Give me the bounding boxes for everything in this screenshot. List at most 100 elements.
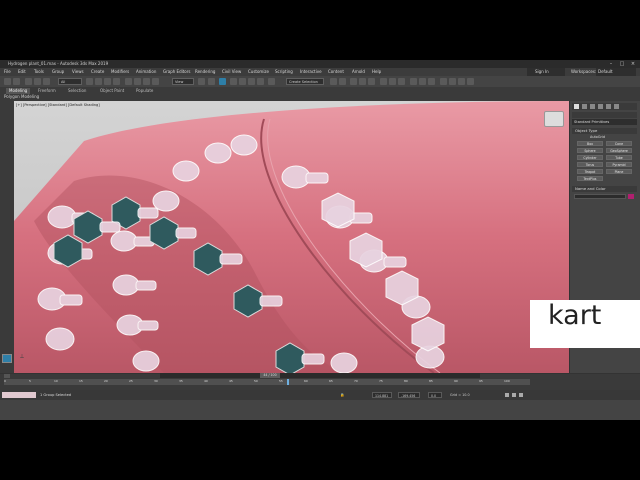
- go-to-end-icon[interactable]: [519, 393, 523, 397]
- rotate-icon[interactable]: [134, 78, 141, 85]
- menu-civil-view[interactable]: Civil View: [222, 68, 241, 76]
- menu-tools[interactable]: Tools: [34, 68, 44, 76]
- tab-selection[interactable]: Selection: [68, 88, 86, 94]
- display-tab-icon[interactable]: [606, 104, 611, 109]
- torus-button[interactable]: Torus: [577, 162, 603, 167]
- mirror-icon[interactable]: [330, 78, 337, 85]
- menu-file[interactable]: File: [4, 68, 11, 76]
- play-icon[interactable]: [512, 393, 516, 397]
- toggle-layer-explorer-icon[interactable]: [359, 78, 366, 85]
- menu-modifiers[interactable]: Modifiers: [111, 68, 129, 76]
- toggle-ribbon-icon[interactable]: [368, 78, 375, 85]
- window-crossing-icon[interactable]: [113, 78, 120, 85]
- selection-filter-dropdown[interactable]: All: [58, 78, 82, 85]
- tab-populate[interactable]: Populate: [136, 88, 153, 94]
- menu-edit[interactable]: Edit: [18, 68, 26, 76]
- time-slider[interactable]: 44 / 100: [160, 373, 480, 378]
- angle-snap-icon[interactable]: [239, 78, 246, 85]
- x-coordinate-field[interactable]: 114.881: [372, 392, 392, 398]
- workspaces-dropdown[interactable]: Default: [596, 68, 636, 76]
- timeline-toggle-icon[interactable]: [4, 374, 10, 378]
- viewport-label[interactable]: [+] [Perspective] [Standard] [Default Sh…: [16, 103, 100, 107]
- redo-icon[interactable]: [13, 78, 20, 85]
- box-button[interactable]: Box: [577, 141, 603, 146]
- align-icon[interactable]: [339, 78, 346, 85]
- link-icon[interactable]: [25, 78, 32, 85]
- primitive-category-dropdown[interactable]: Standard Primitives: [572, 119, 637, 125]
- menu-scripting[interactable]: Scripting: [275, 68, 293, 76]
- menu-views[interactable]: Views: [72, 68, 84, 76]
- tube-button[interactable]: Tube: [606, 155, 632, 160]
- render-production-icon[interactable]: [428, 78, 435, 85]
- ribbon-polygon-modeling-label[interactable]: Polygon Modeling: [4, 94, 39, 100]
- cylinder-button[interactable]: Cylinder: [577, 155, 603, 160]
- curve-editor-icon[interactable]: [380, 78, 387, 85]
- menu-help[interactable]: Help: [372, 68, 381, 76]
- object-color-swatch[interactable]: [628, 194, 634, 199]
- tab-freeform[interactable]: Freeform: [38, 88, 56, 94]
- bind-space-warp-icon[interactable]: [43, 78, 50, 85]
- menu-group[interactable]: Group: [52, 68, 64, 76]
- motion-tab-icon[interactable]: [598, 104, 603, 109]
- menu-customize[interactable]: Customize: [248, 68, 269, 76]
- a360-gallery-icon[interactable]: [467, 78, 474, 85]
- menu-arnold[interactable]: Arnold: [352, 68, 365, 76]
- arnold-render-icon[interactable]: [458, 78, 465, 85]
- pyramid-button[interactable]: Pyramid: [606, 162, 632, 167]
- undo-icon[interactable]: [4, 78, 11, 85]
- edit-named-selection-icon[interactable]: [268, 78, 275, 85]
- spinner-snap-icon[interactable]: [257, 78, 264, 85]
- viewcube-icon[interactable]: [544, 111, 564, 127]
- menu-animation[interactable]: Animation: [136, 68, 156, 76]
- maximize-button[interactable]: □: [617, 60, 627, 68]
- rectangular-selection-icon[interactable]: [104, 78, 111, 85]
- minimize-button[interactable]: –: [606, 60, 616, 68]
- menu-graph-editors[interactable]: Graph Editors: [163, 68, 190, 76]
- toggle-scene-explorer-icon[interactable]: [350, 78, 357, 85]
- utilities-tab-icon[interactable]: [614, 104, 619, 109]
- reference-coordinate-dropdown[interactable]: View: [172, 78, 194, 85]
- sign-in-dropdown[interactable]: Sign In: [527, 68, 565, 76]
- geosphere-button[interactable]: GeoSphere: [606, 148, 632, 153]
- rendered-frame-window-icon[interactable]: [419, 78, 426, 85]
- select-object-icon[interactable]: [86, 78, 93, 85]
- render-iterative-icon[interactable]: [440, 78, 447, 85]
- menu-create[interactable]: Create: [91, 68, 104, 76]
- menu-rendering[interactable]: Rendering: [195, 68, 215, 76]
- close-button[interactable]: ×: [628, 60, 638, 68]
- maxscript-listener[interactable]: [2, 392, 36, 398]
- render-in-cloud-icon[interactable]: [449, 78, 456, 85]
- object-type-rollout[interactable]: Object Type: [572, 128, 637, 134]
- create-tab-icon[interactable]: [574, 104, 579, 109]
- menu-interactive[interactable]: Interactive: [300, 68, 322, 76]
- select-by-name-icon[interactable]: [95, 78, 102, 85]
- placement-icon[interactable]: [152, 78, 159, 85]
- z-coordinate-field[interactable]: 0.0: [428, 392, 442, 398]
- move-icon[interactable]: [125, 78, 132, 85]
- go-to-start-icon[interactable]: [505, 393, 509, 397]
- pivot-center-icon[interactable]: [198, 78, 205, 85]
- sphere-button[interactable]: Sphere: [577, 148, 603, 153]
- schematic-view-icon[interactable]: [389, 78, 396, 85]
- tab-object-paint[interactable]: Object Paint: [100, 88, 124, 94]
- time-slider-thumb[interactable]: 44 / 100: [260, 373, 280, 378]
- y-coordinate-field[interactable]: -169.456: [398, 392, 420, 398]
- percent-snap-icon[interactable]: [248, 78, 255, 85]
- teapot-button[interactable]: Teapot: [577, 169, 603, 174]
- select-manipulate-icon[interactable]: [208, 78, 215, 85]
- keyboard-shortcut-override-icon[interactable]: [219, 78, 226, 85]
- name-and-color-rollout[interactable]: Name and Color: [572, 186, 637, 192]
- cone-button[interactable]: Cone: [606, 141, 632, 146]
- lock-selection-icon[interactable]: 🔒: [340, 392, 344, 398]
- perspective-viewport[interactable]: [+] [Perspective] [Standard] [Default Sh…: [14, 101, 569, 373]
- snaps-toggle-icon[interactable]: [230, 78, 237, 85]
- named-selection-sets-dropdown[interactable]: Create Selection Se: [286, 78, 324, 91]
- viewport-layout-icon[interactable]: [2, 354, 12, 363]
- plane-button[interactable]: Plane: [606, 169, 632, 174]
- track-bar[interactable]: 0 5 10 15 20 25 30 35 40 45 50 55 60 65 …: [4, 379, 530, 385]
- material-editor-icon[interactable]: [398, 78, 405, 85]
- object-name-field[interactable]: [574, 194, 626, 199]
- menu-content[interactable]: Content: [328, 68, 344, 76]
- hierarchy-tab-icon[interactable]: [590, 104, 595, 109]
- modify-tab-icon[interactable]: [582, 104, 587, 109]
